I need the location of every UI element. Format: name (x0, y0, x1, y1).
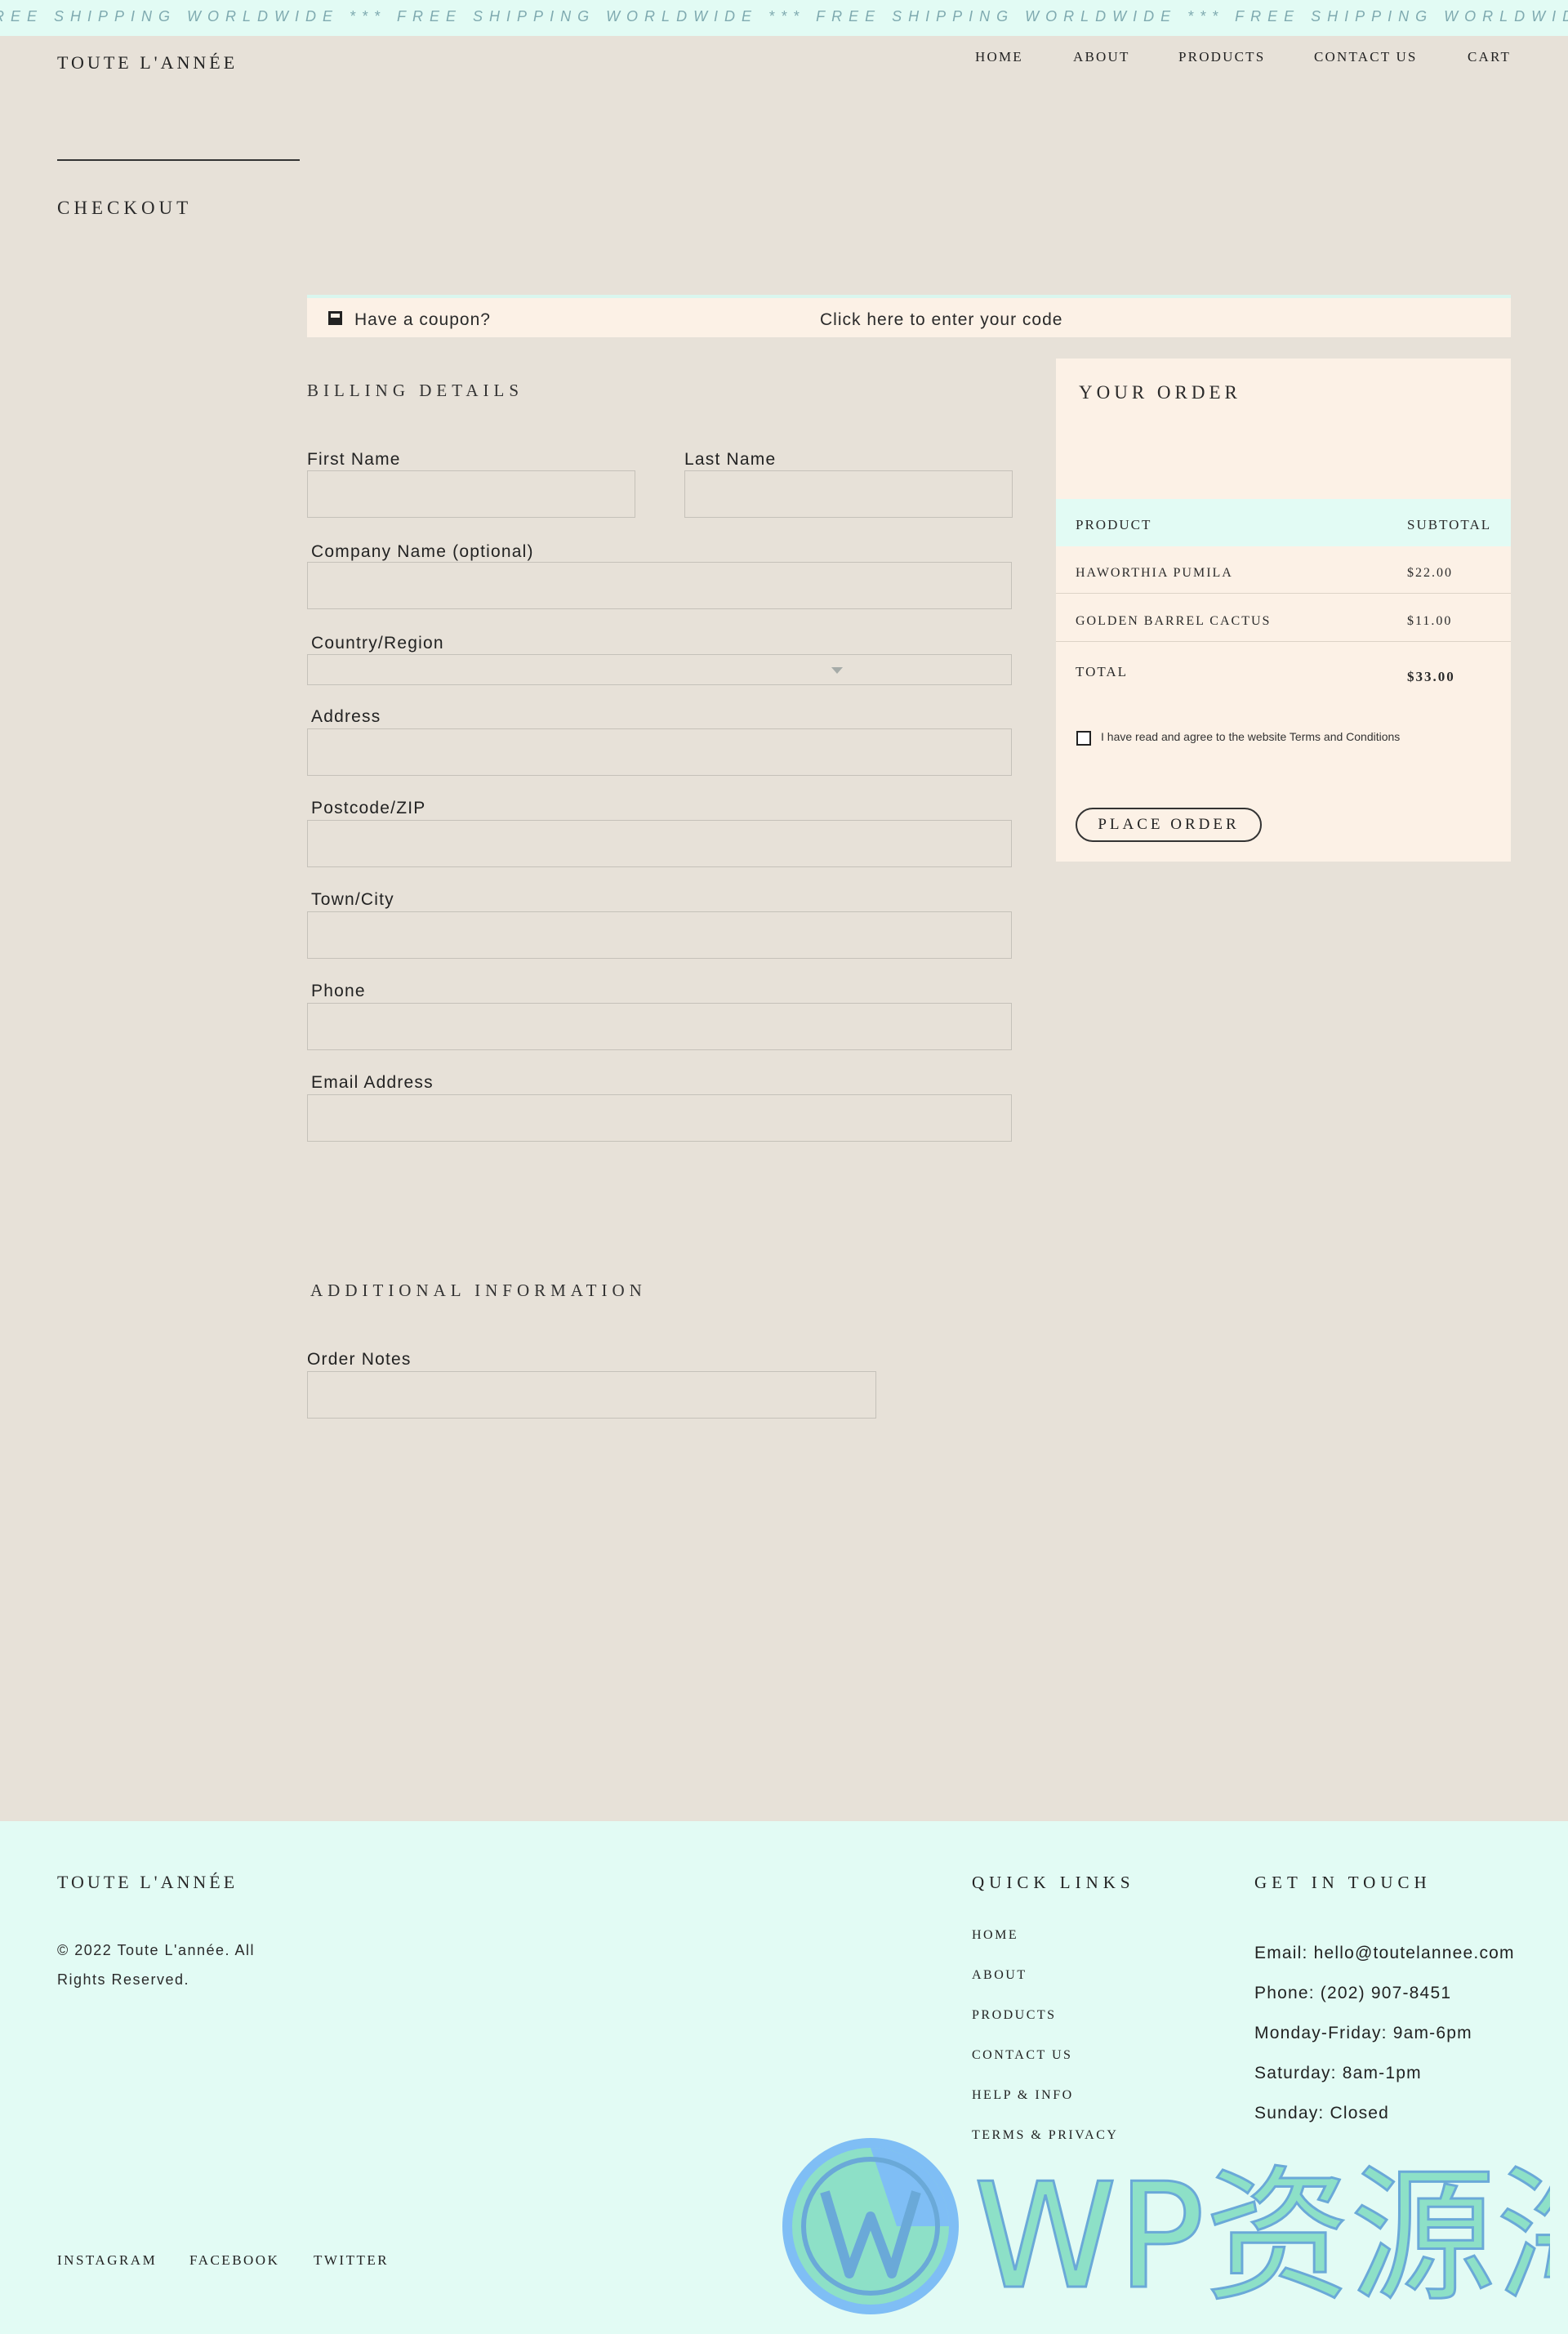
coupon-notice: Have a coupon? Click here to enter your … (307, 295, 1511, 337)
order-heading: YOUR ORDER (1079, 382, 1241, 403)
nav-cart[interactable]: CART (1468, 49, 1511, 65)
footer-link-contact-us[interactable]: CONTACT US (972, 2048, 1072, 2063)
last-name-field[interactable] (684, 470, 1013, 518)
billing-heading: BILLING DETAILS (307, 381, 524, 400)
order-notes-label: Order Notes (307, 1350, 412, 1369)
contact-email[interactable]: Email: hello@toutelannee.com (1254, 1944, 1515, 1963)
order-total-value: $33.00 (1407, 669, 1455, 684)
terms-text: I have read and agree to the website Ter… (1101, 730, 1401, 743)
first-name-label: First Name (307, 450, 401, 469)
last-name-label: Last Name (684, 450, 777, 469)
first-name-field[interactable] (307, 470, 635, 518)
coupon-prompt: Have a coupon? (354, 310, 491, 329)
title-divider (57, 159, 300, 161)
city-label: Town/City (311, 890, 394, 909)
wordpress-logo-icon (782, 2138, 959, 2314)
watermark-text: WP资源海 (973, 2152, 1550, 2321)
contact-heading: GET IN TOUCH (1254, 1873, 1432, 1892)
nav-contact-us[interactable]: CONTACT US (1314, 49, 1418, 65)
company-field[interactable] (307, 562, 1012, 609)
hours-saturday: Saturday: 8am-1pm (1254, 2064, 1422, 2082)
order-total-label: TOTAL (1076, 664, 1129, 679)
quick-links-heading: QUICK LINKS (972, 1873, 1135, 1892)
email-label: Email Address (311, 1073, 434, 1092)
social-twitter[interactable]: TWITTER (314, 2252, 389, 2269)
page-title: CHECKOUT (57, 198, 193, 218)
footer-link-home[interactable]: HOME (972, 1928, 1018, 1943)
postcode-label: Postcode/ZIP (311, 799, 426, 817)
ticker-text: REE SHIPPING WORLDWIDE *** FREE SHIPPING… (0, 8, 1568, 24)
order-summary: YOUR ORDER PRODUCT SUBTOTAL HAWORTHIA PU… (1056, 359, 1511, 862)
footer-link-about[interactable]: ABOUT (972, 1968, 1027, 1983)
contact-phone[interactable]: Phone: (202) 907-8451 (1254, 1984, 1451, 2003)
order-item-price: $11.00 (1407, 614, 1453, 628)
shipping-ticker: REE SHIPPING WORLDWIDE *** FREE SHIPPING… (0, 0, 1568, 36)
terms-checkbox[interactable] (1076, 731, 1091, 746)
address-field[interactable] (307, 728, 1012, 776)
footer-logo[interactable]: TOUTE L'ANNÉE (57, 1872, 238, 1893)
order-notes-field[interactable] (307, 1371, 876, 1419)
phone-label: Phone (311, 982, 366, 1000)
coupon-icon (328, 311, 342, 325)
social-instagram[interactable]: INSTAGRAM (57, 2252, 157, 2269)
nav-home[interactable]: HOME (975, 49, 1023, 65)
hours-weekdays: Monday-Friday: 9am-6pm (1254, 2024, 1472, 2042)
country-select[interactable] (307, 654, 1012, 685)
footer-copyright: © 2022 Toute L'année. All Rights Reserve… (57, 1942, 256, 1988)
coupon-link[interactable]: Click here to enter your code (820, 310, 1062, 330)
phone-field[interactable] (307, 1003, 1012, 1050)
address-label: Address (311, 707, 381, 726)
footer-link-help-info[interactable]: HELP & INFO (972, 2088, 1074, 2103)
order-table-header: PRODUCT SUBTOTAL (1056, 499, 1511, 546)
nav-about[interactable]: ABOUT (1073, 49, 1130, 65)
country-label: Country/Region (311, 634, 444, 653)
company-label: Company Name (optional) (311, 542, 534, 561)
col-subtotal: SUBTOTAL (1407, 517, 1492, 532)
order-item-price: $22.00 (1407, 566, 1453, 580)
hours-sunday: Sunday: Closed (1254, 2104, 1390, 2122)
postcode-field[interactable] (307, 820, 1012, 867)
order-item-name: HAWORTHIA PUMILA (1076, 566, 1233, 580)
social-facebook[interactable]: FACEBOOK (189, 2252, 279, 2269)
col-product: PRODUCT (1076, 517, 1152, 532)
order-item-row: GOLDEN BARREL CACTUS $11.00 (1056, 595, 1511, 642)
nav-products[interactable]: PRODUCTS (1178, 49, 1265, 65)
main-nav: HOME ABOUT PRODUCTS CONTACT US CART (0, 49, 1568, 69)
order-item-name: GOLDEN BARREL CACTUS (1076, 614, 1272, 628)
city-field[interactable] (307, 911, 1012, 959)
additional-info-heading: ADDITIONAL INFORMATION (310, 1281, 647, 1300)
footer-link-products[interactable]: PRODUCTS (972, 2008, 1057, 2023)
place-order-button[interactable]: PLACE ORDER (1076, 808, 1262, 842)
email-field[interactable] (307, 1094, 1012, 1142)
order-item-row: HAWORTHIA PUMILA $22.00 (1056, 546, 1511, 594)
chevron-down-icon (831, 667, 843, 674)
watermark: WP资源海 (782, 2138, 1550, 2323)
